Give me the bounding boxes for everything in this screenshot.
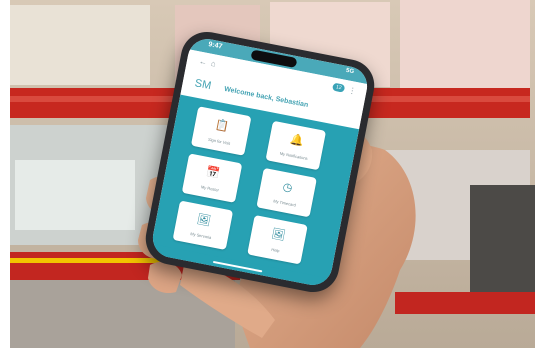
user-initials: SM: [193, 77, 213, 93]
tile-label: My Servaria: [189, 231, 212, 241]
tile-my-roster[interactable]: 📅 My Roster: [181, 153, 243, 203]
back-icon[interactable]: ←: [198, 57, 208, 67]
notification-badge[interactable]: 12: [332, 82, 346, 93]
tile-help[interactable]: 🖼 Help: [247, 214, 308, 265]
tile-label: My Notifications: [279, 150, 309, 161]
network-indicator: 5G: [345, 67, 355, 76]
status-time: 9:47: [207, 41, 223, 51]
clipboard-icon: 📋: [214, 118, 231, 134]
tile-label: My Timecard: [272, 198, 297, 208]
tile-my-timecard[interactable]: ◷ My Timecard: [256, 167, 317, 218]
tile-label: My Roster: [200, 184, 220, 193]
tile-label: Help: [270, 246, 280, 254]
photo-scene: 9:47 5G ← ⌂ 12 ⋮ SM Welcome back, Sebast…: [0, 0, 535, 348]
tile-my-notifications[interactable]: 🔔 My Notifications: [265, 120, 327, 171]
tile-sign-for-visit[interactable]: 📋 Sign for Visit: [190, 106, 252, 156]
box-top-left: [10, 5, 150, 85]
clock-icon: ◷: [281, 180, 294, 195]
menu-icon[interactable]: ⋮: [347, 86, 357, 96]
home-icon[interactable]: ⌂: [210, 59, 216, 69]
tile-label: Sign for Visit: [207, 136, 231, 146]
image-icon: 🖼: [270, 227, 287, 243]
phone-screen: 9:47 5G ← ⌂ 12 ⋮ SM Welcome back, Sebast…: [149, 35, 371, 289]
tile-my-servaria[interactable]: 🖼 My Servaria: [172, 200, 234, 251]
calendar-icon: 📅: [205, 166, 221, 181]
bell-icon: 🔔: [288, 133, 305, 148]
image-icon: 🖼: [195, 213, 212, 228]
